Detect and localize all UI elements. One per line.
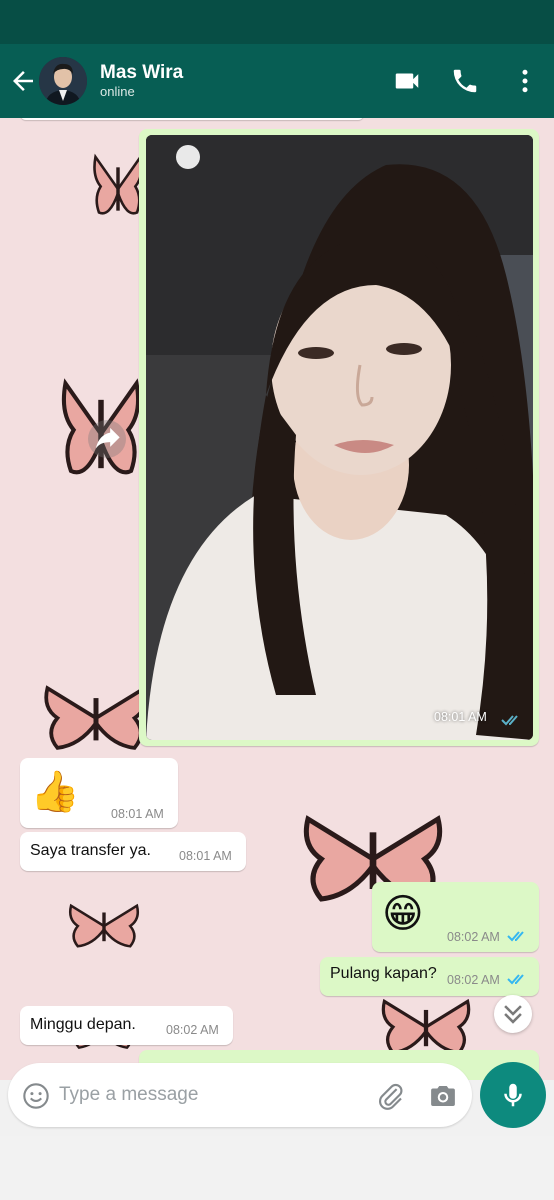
arrow-left-icon <box>13 71 33 91</box>
butterfly-wallpaper-icon <box>68 903 140 948</box>
butterfly-wallpaper-icon <box>44 685 148 750</box>
status-bar <box>0 0 554 44</box>
more-options-button[interactable] <box>510 66 540 96</box>
video-call-button[interactable] <box>392 66 422 96</box>
message-composer[interactable]: Type a message <box>8 1063 472 1127</box>
paperclip-icon[interactable] <box>376 1081 406 1111</box>
more-vertical-icon <box>522 69 528 93</box>
message-time: 08:02 AM <box>447 930 500 944</box>
message-bubble-outgoing[interactable]: Pulang kapan? 08:02 AM <box>320 957 539 996</box>
message-time: 08:01 AM <box>434 710 487 724</box>
message-bubble-incoming[interactable] <box>20 118 364 120</box>
navigation-bar-area <box>0 1136 554 1200</box>
forward-button[interactable] <box>88 420 126 458</box>
message-time: 08:01 AM <box>179 849 232 863</box>
voice-call-button[interactable] <box>450 66 480 96</box>
emoji-message: 👍 <box>30 770 80 814</box>
message-input[interactable]: Type a message <box>59 1084 198 1106</box>
mic-icon <box>504 1083 522 1107</box>
message-bubble-incoming[interactable]: 👍 08:01 AM <box>20 758 178 828</box>
read-receipt-icon <box>507 974 524 985</box>
scroll-to-bottom-button[interactable] <box>494 995 532 1033</box>
butterfly-wallpaper-icon <box>93 153 143 215</box>
message-time: 08:01 AM <box>111 807 164 821</box>
message-bubble-outgoing[interactable]: 😁 08:02 AM <box>372 882 539 952</box>
message-text: Minggu depan. <box>30 1016 136 1033</box>
message-time: 08:02 AM <box>447 973 500 987</box>
voice-message-button[interactable] <box>480 1062 546 1128</box>
avatar[interactable] <box>39 57 87 105</box>
chat-header: Mas Wira online <box>0 44 554 118</box>
emoji-message: 😁 <box>382 892 424 936</box>
camera-icon[interactable] <box>428 1081 458 1111</box>
read-receipt-icon <box>501 715 518 726</box>
back-button[interactable] <box>8 66 38 96</box>
message-text: Pulang kapan? <box>330 965 437 982</box>
photo-image <box>146 135 533 740</box>
image-message-bubble[interactable]: 08:01 AM <box>139 129 539 746</box>
message-text: Saya transfer ya. <box>30 842 151 859</box>
contact-status: online <box>100 84 135 99</box>
message-bubble-incoming[interactable]: Saya transfer ya. 08:01 AM <box>20 832 246 871</box>
chat-area[interactable]: 08:01 AM 👍 08:01 AM Saya transfer ya. 08… <box>0 118 554 1080</box>
forward-icon <box>95 427 120 449</box>
video-call-icon <box>395 73 419 89</box>
message-bubble-incoming[interactable]: Minggu depan. 08:02 AM <box>20 1006 233 1045</box>
message-time: 08:02 AM <box>166 1023 219 1037</box>
double-chevron-down-icon <box>504 1005 522 1024</box>
contact-name[interactable]: Mas Wira <box>100 62 183 84</box>
emoji-icon[interactable] <box>22 1082 50 1110</box>
photo-attachment[interactable]: 08:01 AM <box>146 135 533 740</box>
read-receipt-icon <box>507 931 524 942</box>
phone-icon <box>453 69 477 93</box>
